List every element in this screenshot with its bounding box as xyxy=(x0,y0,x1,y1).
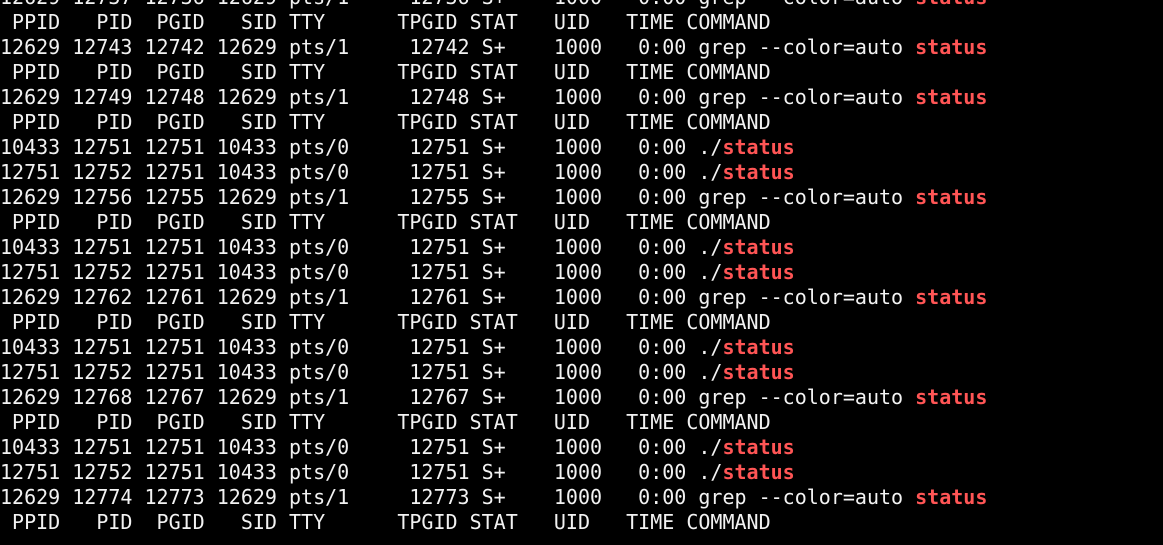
highlighted-match: status xyxy=(722,160,795,184)
highlighted-match: status xyxy=(915,0,987,9)
highlighted-match: status xyxy=(722,235,795,259)
highlighted-match: status xyxy=(722,360,795,384)
highlighted-match: status xyxy=(915,485,988,509)
terminal-line: 12629 12756 12755 12629 pts/1 12755 S+ 1… xyxy=(0,185,1163,210)
line-text: PPID PID PGID SID TTY TPGID STAT UID TIM… xyxy=(0,110,771,134)
terminal-line: PPID PID PGID SID TTY TPGID STAT UID TIM… xyxy=(0,210,1163,235)
line-text: PPID PID PGID SID TTY TPGID STAT UID TIM… xyxy=(0,210,771,234)
terminal-line: 10433 12751 12751 10433 pts/0 12751 S+ 1… xyxy=(0,135,1163,160)
line-text: PPID PID PGID SID TTY TPGID STAT UID TIM… xyxy=(0,510,771,534)
terminal-line: PPID PID PGID SID TTY TPGID STAT UID TIM… xyxy=(0,410,1163,435)
terminal-line: 10433 12751 12751 10433 pts/0 12751 S+ 1… xyxy=(0,435,1163,460)
line-text: 12751 12752 12751 10433 pts/0 12751 S+ 1… xyxy=(0,360,723,384)
terminal-line: 12751 12752 12751 10433 pts/0 12751 S+ 1… xyxy=(0,260,1163,285)
line-text: 12629 12737 12736 12629 pts/1 12736 S+ 1… xyxy=(0,0,915,9)
terminal-line: 12629 12768 12767 12629 pts/1 12767 S+ 1… xyxy=(0,385,1163,410)
terminal-line: 12751 12752 12751 10433 pts/0 12751 S+ 1… xyxy=(0,360,1163,385)
line-text: PPID PID PGID SID TTY TPGID STAT UID TIM… xyxy=(0,60,771,84)
line-text: 12629 12743 12742 12629 pts/1 12742 S+ 1… xyxy=(0,35,916,59)
line-text: 12629 12756 12755 12629 pts/1 12755 S+ 1… xyxy=(0,185,916,209)
line-text: 10433 12751 12751 10433 pts/0 12751 S+ 1… xyxy=(0,435,723,459)
terminal-line: PPID PID PGID SID TTY TPGID STAT UID TIM… xyxy=(0,60,1163,85)
line-text: 12629 12774 12773 12629 pts/1 12773 S+ 1… xyxy=(0,485,916,509)
highlighted-match: status xyxy=(722,435,795,459)
line-text: PPID PID PGID SID TTY TPGID STAT UID TIM… xyxy=(0,410,771,434)
highlighted-match: status xyxy=(722,135,795,159)
terminal-line: PPID PID PGID SID TTY TPGID STAT UID TIM… xyxy=(0,510,1163,535)
line-text: 12751 12752 12751 10433 pts/0 12751 S+ 1… xyxy=(0,260,723,284)
highlighted-match: status xyxy=(915,35,988,59)
highlighted-match: status xyxy=(722,260,795,284)
highlighted-match: status xyxy=(915,385,988,409)
line-text: 12629 12762 12761 12629 pts/1 12761 S+ 1… xyxy=(0,285,916,309)
line-text: 10433 12751 12751 10433 pts/0 12751 S+ 1… xyxy=(0,335,723,359)
terminal-line: 10433 12751 12751 10433 pts/0 12751 S+ 1… xyxy=(0,335,1163,360)
line-text: 12751 12752 12751 10433 pts/0 12751 S+ 1… xyxy=(0,460,723,484)
line-text: 12751 12752 12751 10433 pts/0 12751 S+ 1… xyxy=(0,160,723,184)
terminal-line: 12629 12737 12736 12629 pts/1 12736 S+ 1… xyxy=(0,0,1163,10)
line-text: 12629 12768 12767 12629 pts/1 12767 S+ 1… xyxy=(0,385,916,409)
highlighted-match: status xyxy=(722,460,795,484)
terminal-line: 10433 12751 12751 10433 pts/0 12751 S+ 1… xyxy=(0,235,1163,260)
line-text: 12629 12749 12748 12629 pts/1 12748 S+ 1… xyxy=(0,85,916,109)
terminal-line: 12751 12752 12751 10433 pts/0 12751 S+ 1… xyxy=(0,160,1163,185)
highlighted-match: status xyxy=(915,285,988,309)
highlighted-match: status xyxy=(915,185,988,209)
highlighted-match: status xyxy=(722,335,795,359)
terminal-line: 12629 12762 12761 12629 pts/1 12761 S+ 1… xyxy=(0,285,1163,310)
terminal-line: 12751 12752 12751 10433 pts/0 12751 S+ 1… xyxy=(0,460,1163,485)
terminal-line: PPID PID PGID SID TTY TPGID STAT UID TIM… xyxy=(0,110,1163,135)
line-text: 10433 12751 12751 10433 pts/0 12751 S+ 1… xyxy=(0,135,723,159)
terminal-line: 12629 12774 12773 12629 pts/1 12773 S+ 1… xyxy=(0,485,1163,510)
highlighted-match: status xyxy=(915,85,988,109)
terminal-line: PPID PID PGID SID TTY TPGID STAT UID TIM… xyxy=(0,310,1163,335)
line-text: 10433 12751 12751 10433 pts/0 12751 S+ 1… xyxy=(0,235,723,259)
terminal-line: PPID PID PGID SID TTY TPGID STAT UID TIM… xyxy=(0,10,1163,35)
terminal-output[interactable]: 12629 12737 12736 12629 pts/1 12736 S+ 1… xyxy=(0,0,1163,545)
line-text: PPID PID PGID SID TTY TPGID STAT UID TIM… xyxy=(0,10,771,34)
terminal-line: 12629 12743 12742 12629 pts/1 12742 S+ 1… xyxy=(0,35,1163,60)
line-text: PPID PID PGID SID TTY TPGID STAT UID TIM… xyxy=(0,310,771,334)
terminal-line: 12629 12749 12748 12629 pts/1 12748 S+ 1… xyxy=(0,85,1163,110)
